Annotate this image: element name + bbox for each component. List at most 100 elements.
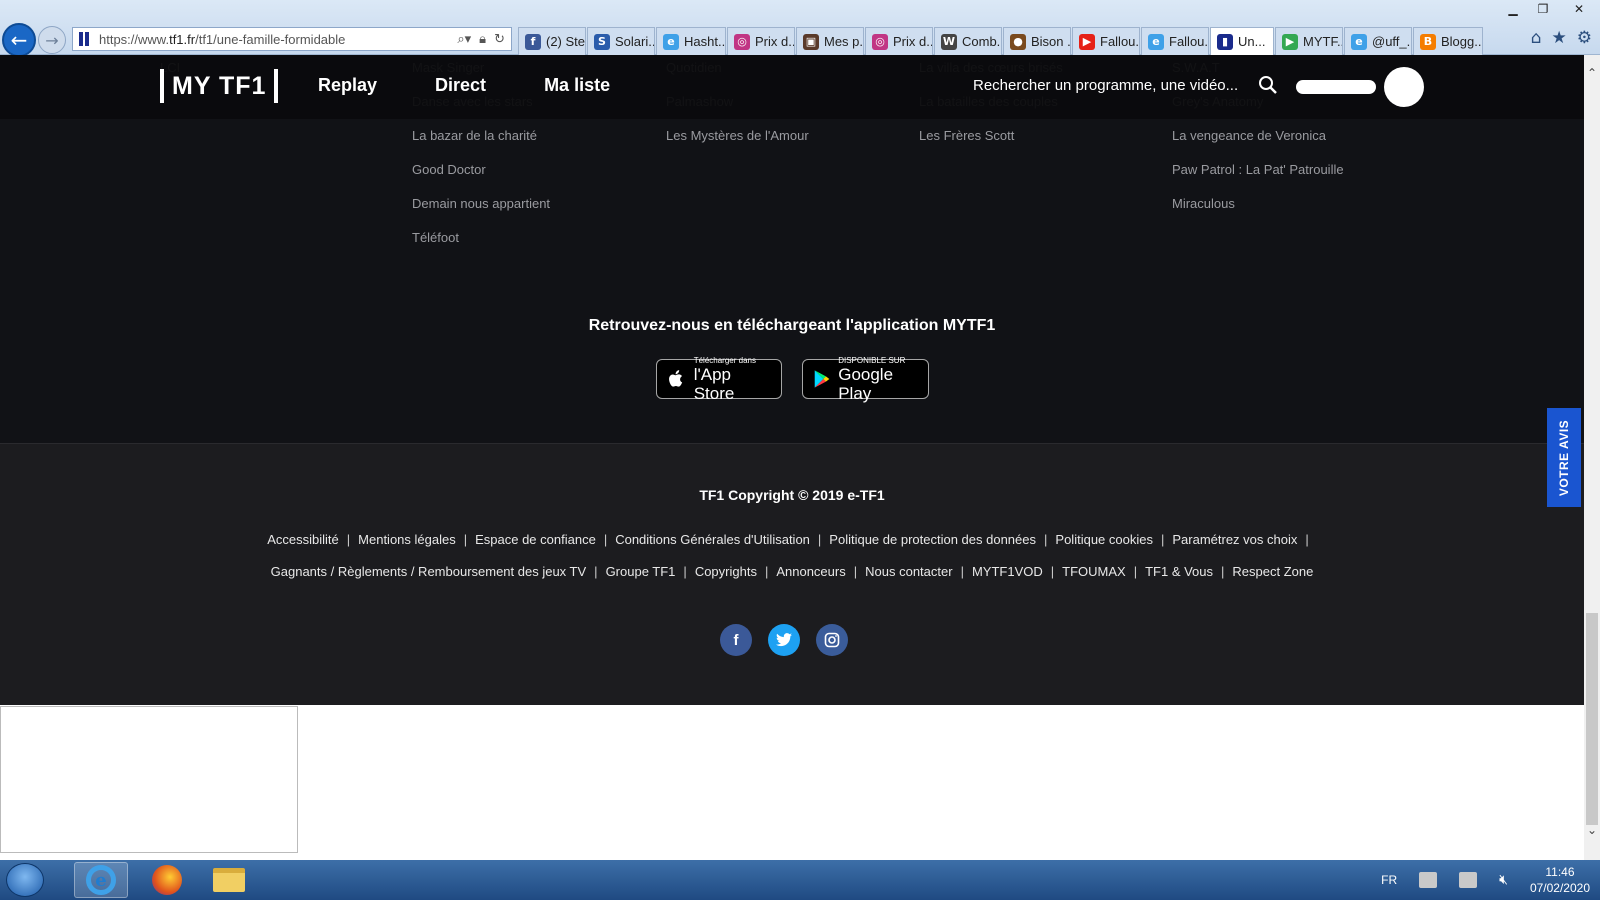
footer-link[interactable]: Annonceurs [776, 564, 845, 579]
footer-link[interactable]: Groupe TF1 [606, 564, 676, 579]
footer-links-row-1: Accessibilité | Mentions légales | Espace de… [0, 532, 1584, 547]
search-dropdown-icon[interactable]: ⌕▾ [457, 32, 471, 47]
browser-tab[interactable]: ▶ MYTF... [1275, 27, 1343, 55]
nav-ma-liste[interactable]: Ma liste [544, 75, 610, 96]
back-button[interactable]: ← [2, 23, 36, 57]
tab-strip: f (2) Ste... S Solari... e Hasht... ◎ Prix d...… [518, 27, 1484, 55]
google-play-button[interactable]: DISPONIBLE SUR Google Play [802, 356, 929, 403]
browser-tab[interactable]: ▶ Fallou... [1072, 27, 1140, 55]
close-window-button[interactable]: ✕ [1558, 0, 1600, 18]
browser-tab[interactable]: S Solari... [587, 27, 655, 55]
tab-favicon-icon: W [941, 33, 957, 50]
home-icon[interactable]: ⌂ [1531, 28, 1542, 48]
language-indicator[interactable]: FR [1381, 873, 1397, 887]
copyright-text: TF1 Copyright © 2019 e-TF1 [699, 487, 885, 503]
feedback-button[interactable]: VOTRE AVIS [1547, 408, 1581, 507]
lock-icon[interactable]: 🔒︎ [479, 32, 486, 47]
tab-favicon-icon: ● [1010, 33, 1026, 50]
taskbar-file-explorer[interactable] [202, 862, 256, 898]
browser-tab[interactable]: ◎ Prix d... [727, 27, 795, 55]
browser-tab[interactable]: e Fallou... [1141, 27, 1209, 55]
tab-label: Fallou... [1169, 34, 1209, 49]
browser-chrome: ▁ ❐ ✕ ← → https://www.tf1.fr/tf1/une-fam… [0, 0, 1600, 57]
tab-favicon-icon: ▶ [1282, 33, 1298, 50]
footer-link[interactable]: Respect Zone [1232, 564, 1313, 579]
footer-link[interactable]: TFOUMAX [1062, 564, 1126, 579]
taskbar-firefox[interactable] [140, 862, 194, 898]
link-separator: | [1050, 564, 1055, 579]
restore-button[interactable]: ❐ [1528, 0, 1558, 18]
forward-button[interactable]: → [38, 26, 66, 54]
program-link[interactable]: La bazar de la charité [412, 126, 550, 160]
search-input[interactable]: Rechercher un programme, une vidéo... [973, 77, 1238, 94]
program-link[interactable]: Téléfoot [412, 228, 550, 262]
program-link[interactable]: Good Doctor [412, 160, 550, 194]
program-link[interactable]: Miraculous [1172, 194, 1344, 228]
footer-link[interactable]: Paramétrez vos choix [1172, 532, 1297, 547]
window-controls: ▁ ❐ ✕ [1498, 0, 1600, 18]
close-tab-icon[interactable]: ✕ [1272, 33, 1273, 50]
footer-link[interactable]: Accessibilité [267, 532, 339, 547]
footer-link[interactable]: Copyrights [695, 564, 757, 579]
instagram-icon[interactable] [816, 624, 848, 656]
nav-direct[interactable]: Direct [435, 75, 486, 96]
scroll-thumb[interactable] [1586, 613, 1598, 825]
program-link[interactable]: Paw Patrol : La Pat' Patrouille [1172, 160, 1344, 194]
page-scrollbar[interactable]: ⌃ ⌄ [1584, 55, 1600, 860]
avatar[interactable] [1384, 67, 1424, 107]
tab-favicon-icon: ▶ [1079, 33, 1095, 50]
apple-icon [669, 370, 683, 387]
volume-muted-icon[interactable]: 🔇︎ [1499, 872, 1508, 888]
start-button[interactable] [6, 863, 44, 897]
program-link[interactable]: Demain nous appartient [412, 194, 550, 228]
browser-tab[interactable]: W Comb... [934, 27, 1002, 55]
app-store-button[interactable]: Télécharger dans l'App Store [656, 356, 782, 403]
app-download-title: Retrouvez-nous en téléchargeant l'applic… [588, 317, 996, 334]
nav-replay[interactable]: Replay [318, 75, 377, 96]
action-center-icon[interactable] [1419, 872, 1438, 888]
browser-tab[interactable]: e @uff_... [1344, 27, 1412, 55]
favorites-star-icon[interactable]: ★ [1552, 28, 1567, 48]
program-link[interactable]: Les Mystères de l'Amour [666, 126, 809, 160]
footer-link[interactable]: Conditions Générales d'Utilisation [615, 532, 810, 547]
web-page: LCI Mask SingerDanse avec les starsLa ba… [0, 55, 1584, 860]
footer-link[interactable]: Politique de protection des données [829, 532, 1036, 547]
browser-tab[interactable]: ▮ Un... ✕ [1210, 27, 1274, 55]
tab-favicon-icon: S [594, 33, 610, 50]
tab-favicon-icon: B [1420, 33, 1436, 50]
footer-link[interactable]: Nous contacter [865, 564, 952, 579]
tab-label: Fallou... [1100, 34, 1140, 49]
settings-gear-icon[interactable]: ⚙ [1577, 28, 1592, 48]
address-bar[interactable]: https://www.tf1.fr/tf1/une-famille-formi… [72, 27, 512, 51]
browser-tab[interactable]: ◎ Prix d... [865, 27, 933, 55]
browser-tab[interactable]: ● Bison ... [1003, 27, 1071, 55]
twitter-icon[interactable] [768, 624, 800, 656]
search-icon[interactable] [1258, 75, 1278, 95]
footer-link[interactable]: MYTF1VOD [972, 564, 1043, 579]
browser-tab[interactable]: f (2) Ste... [518, 27, 586, 55]
taskbar-internet-explorer[interactable]: e [74, 862, 128, 898]
security-tray-icon[interactable] [1459, 872, 1478, 888]
footer-link[interactable]: Espace de confiance [475, 532, 596, 547]
mytf1-logo[interactable]: MY TF1 [160, 69, 279, 103]
tab-label: Prix d... [755, 34, 795, 49]
footer-link[interactable]: TF1 & Vous [1145, 564, 1213, 579]
browser-tab[interactable]: ▣ Mes p... [796, 27, 864, 55]
link-separator: | [463, 532, 468, 547]
footer-link[interactable]: Politique cookies [1055, 532, 1153, 547]
program-link[interactable]: Les Frères Scott [919, 126, 1063, 160]
scroll-up-icon[interactable]: ⌃ [1584, 65, 1600, 81]
footer-link[interactable]: Gagnants / Règlements / Remboursement de… [271, 564, 587, 579]
refresh-icon[interactable]: ↻ [494, 32, 505, 47]
footer-link[interactable]: Mentions légales [358, 532, 456, 547]
tab-label: MYTF... [1303, 34, 1342, 49]
browser-tab[interactable]: B Blogg... [1413, 27, 1483, 55]
system-clock[interactable]: 11:46 07/02/2020 [1530, 864, 1590, 896]
facebook-icon[interactable]: f [720, 624, 752, 656]
windows-taskbar: e FR 🔇︎ 11:46 07/02/2020 [0, 860, 1600, 900]
program-link[interactable]: La vengeance de Veronica [1172, 126, 1344, 160]
minimize-button[interactable]: ▁ [1498, 0, 1528, 18]
browser-tab[interactable]: e Hasht... [656, 27, 726, 55]
scroll-down-icon[interactable]: ⌄ [1584, 822, 1600, 838]
account-name-placeholder[interactable] [1296, 80, 1376, 94]
